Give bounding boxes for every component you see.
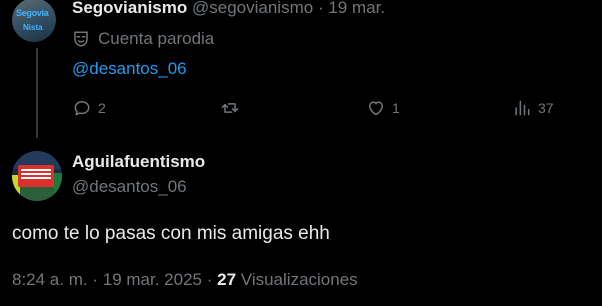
repost-icon: [221, 103, 239, 113]
parent-handle[interactable]: @segovianismo: [192, 0, 313, 17]
like-button[interactable]: 1: [366, 96, 400, 120]
reply-count: 2: [98, 100, 106, 116]
mention-link[interactable]: @desantos_06: [72, 59, 187, 79]
views-total[interactable]: 27: [217, 270, 236, 289]
reply-handle[interactable]: @desantos_06: [72, 177, 187, 197]
meta-separator: ·: [92, 270, 99, 289]
heart-icon: [369, 101, 383, 116]
reply-button[interactable]: 2: [72, 96, 106, 120]
avatar-aguilafuentismo[interactable]: [12, 151, 62, 201]
views-button[interactable]: 37: [512, 96, 554, 120]
views-chart-icon: [515, 100, 530, 116]
parent-date[interactable]: 19 mar.: [328, 0, 385, 17]
tweet-date[interactable]: 19 mar. 2025: [103, 270, 202, 289]
header-separator: ·: [317, 0, 324, 17]
reply-tweet-text: como te lo pasas con mis amigas ehh: [12, 223, 330, 244]
tweet-time[interactable]: 8:24 a. m.: [12, 270, 88, 289]
reply-display-name[interactable]: Aguilafuentismo: [72, 152, 205, 172]
avatar-segovianismo[interactable]: Segovia Nista: [12, 0, 56, 42]
reply-icon: [74, 101, 90, 116]
tweet-metadata: 8:24 a. m. · 19 mar. 2025 · 27 Visualiza…: [12, 270, 358, 290]
avatar-logo-text: Segovia: [16, 8, 49, 18]
avatar-banner-lettering: [21, 169, 51, 171]
views-count: 37: [538, 100, 554, 116]
parent-display-name[interactable]: Segovianismo: [72, 0, 187, 17]
repost-button[interactable]: [220, 96, 246, 120]
meta-separator: ·: [206, 270, 213, 289]
parody-account-label: Cuenta parodia: [72, 29, 214, 49]
avatar-photo-ground: [20, 187, 54, 201]
parent-tweet-header: Segovianismo @segovianismo · 19 mar.: [72, 0, 385, 18]
views-label: Visualizaciones: [240, 270, 358, 289]
parody-label-text: Cuenta parodia: [98, 29, 215, 48]
parent-tweet-actions: 2 1 37: [72, 96, 592, 120]
thread-connector-line: [36, 48, 38, 138]
like-count: 1: [392, 100, 400, 116]
parody-mask-icon: [74, 31, 88, 47]
avatar-logo-text-2: Nista: [23, 23, 43, 32]
